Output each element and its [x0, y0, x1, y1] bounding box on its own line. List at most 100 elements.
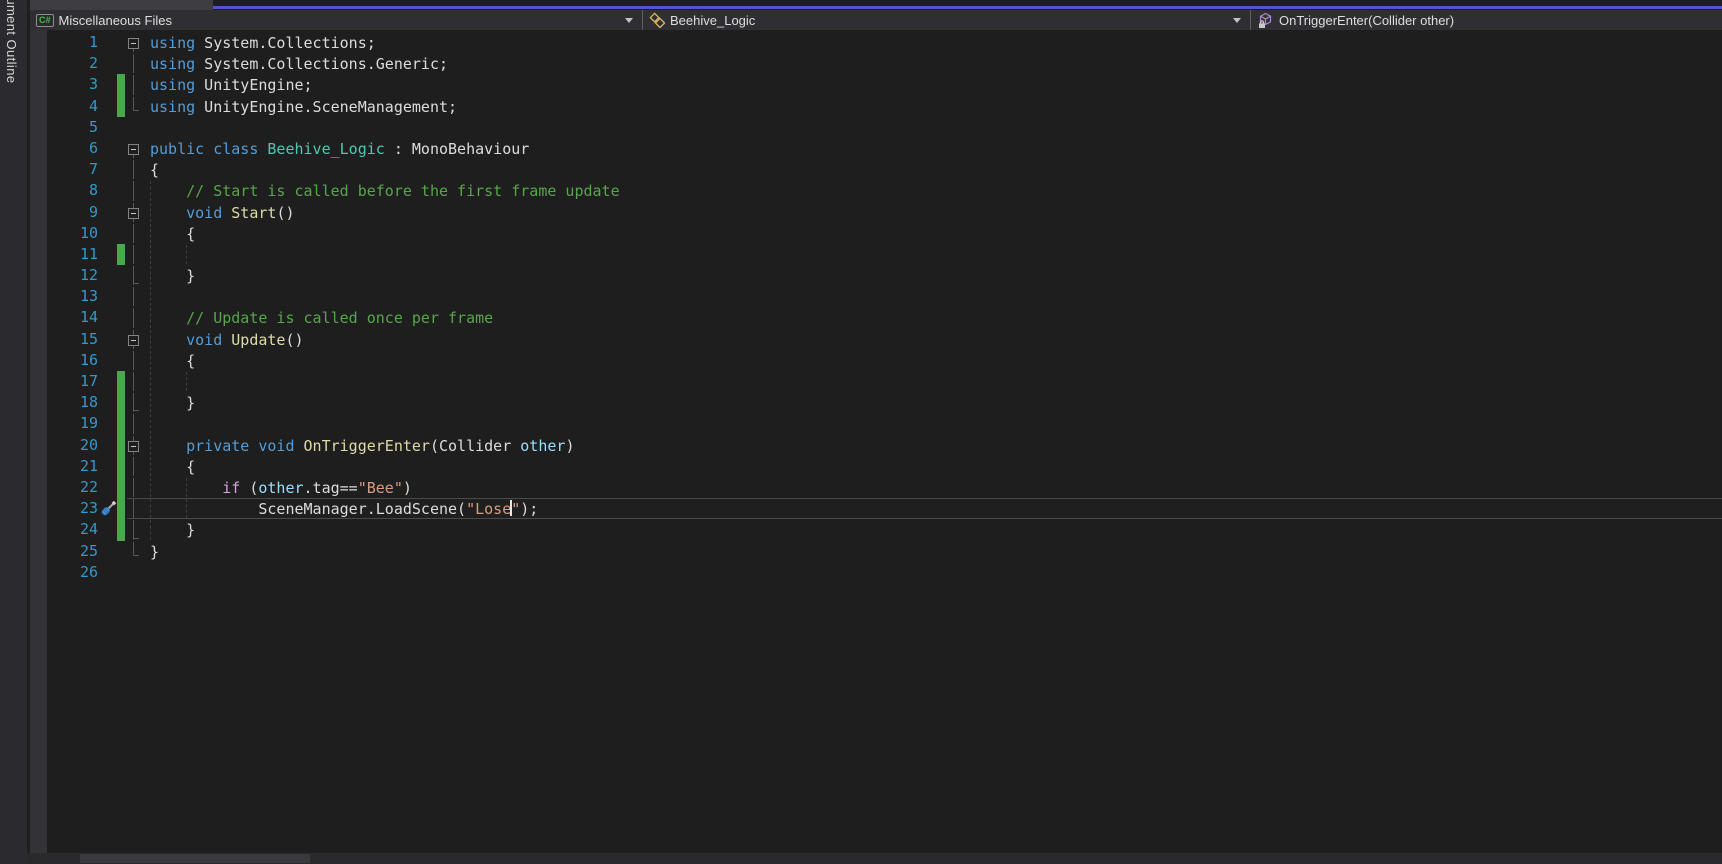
code-text[interactable]: }: [141, 520, 1722, 539]
code-text[interactable]: if (other.tag=="Bee"): [141, 478, 1722, 497]
change-tracking-margin: [98, 350, 127, 371]
code-line[interactable]: 12 }: [30, 265, 1722, 286]
code-line[interactable]: 21 {: [30, 456, 1722, 477]
document-outline-label: Document Outline: [4, 0, 19, 83]
type-dropdown[interactable]: Beehive_Logic: [643, 10, 1251, 30]
code-line[interactable]: 25}: [30, 541, 1722, 562]
document-outline-tab[interactable]: Document Outline: [0, 0, 27, 864]
change-tracking-margin: [98, 96, 127, 117]
fold-margin: [127, 372, 141, 391]
type-dropdown-label: Beehive_Logic: [670, 13, 755, 28]
code-line[interactable]: 18 }: [30, 392, 1722, 413]
change-tracking-margin: [98, 202, 127, 223]
code-text[interactable]: }: [141, 266, 1722, 285]
code-line[interactable]: 15 void Update(): [30, 329, 1722, 350]
chevron-down-icon[interactable]: [1233, 18, 1241, 23]
fold-margin: [127, 351, 141, 370]
code-line[interactable]: 1using System.Collections;: [30, 32, 1722, 53]
indent-guide: [186, 372, 187, 391]
change-tracking-margin: [98, 435, 127, 456]
code-text[interactable]: [141, 414, 1722, 433]
horizontal-scrollbar[interactable]: [27, 853, 1722, 864]
code-text[interactable]: using System.Collections.Generic;: [141, 54, 1722, 73]
code-text[interactable]: }: [141, 542, 1722, 561]
indent-guide: [150, 245, 151, 264]
code-text[interactable]: [141, 372, 1722, 391]
code-line[interactable]: 24 }: [30, 519, 1722, 540]
indent-guide: [150, 372, 151, 391]
code-line[interactable]: 19: [30, 413, 1722, 434]
code-text[interactable]: private void OnTriggerEnter(Collider oth…: [141, 436, 1722, 455]
indent-guide: [150, 224, 151, 243]
change-tracking-margin: [98, 413, 127, 434]
code-text[interactable]: [141, 245, 1722, 264]
code-text[interactable]: [141, 563, 1722, 582]
code-line[interactable]: 9 void Start(): [30, 202, 1722, 223]
fold-margin: [127, 160, 141, 179]
fold-margin: [127, 75, 141, 94]
code-line[interactable]: 4 using UnityEngine.SceneManagement;: [30, 96, 1722, 117]
code-line[interactable]: 14 // Update is called once per frame: [30, 307, 1722, 328]
code-text[interactable]: public class Beehive_Logic : MonoBehavio…: [141, 139, 1722, 158]
line-number: 16: [30, 350, 98, 371]
fold-margin: [127, 181, 141, 200]
fold-margin: [127, 245, 141, 264]
fold-margin: [127, 266, 141, 285]
code-line[interactable]: 26: [30, 562, 1722, 583]
code-text[interactable]: [141, 118, 1722, 137]
collapse-toggle[interactable]: [127, 330, 141, 349]
chevron-down-icon[interactable]: [625, 18, 633, 23]
code-text[interactable]: SceneManager.LoadScene("Lose");: [141, 499, 1722, 518]
indent-guide: [150, 330, 151, 349]
fold-margin: [127, 393, 141, 412]
collapse-toggle[interactable]: [127, 203, 141, 222]
code-text[interactable]: using UnityEngine;: [141, 75, 1722, 94]
code-text[interactable]: // Start is called before the first fram…: [141, 181, 1722, 200]
change-tracking-margin: [98, 223, 127, 244]
change-bar: [117, 371, 125, 392]
horizontal-scrollbar-thumb[interactable]: [80, 854, 310, 863]
change-tracking-margin: [98, 159, 127, 180]
code-line[interactable]: 7{: [30, 159, 1722, 180]
code-line[interactable]: 20 private void OnTriggerEnter(Collider …: [30, 435, 1722, 456]
code-text[interactable]: [141, 287, 1722, 306]
line-number: 7: [30, 159, 98, 180]
code-line[interactable]: 5: [30, 117, 1722, 138]
code-line[interactable]: 2using System.Collections.Generic;: [30, 53, 1722, 74]
code-line[interactable]: 8 // Start is called before the first fr…: [30, 180, 1722, 201]
line-number: 17: [30, 371, 98, 392]
code-line[interactable]: 23 SceneManager.LoadScene("Lose");: [30, 498, 1722, 519]
document-tab-remnant[interactable]: [30, 0, 213, 10]
code-line[interactable]: 13: [30, 286, 1722, 307]
collapse-toggle[interactable]: [127, 33, 141, 52]
current-line-highlight: SceneManager.LoadScene("Lose");: [127, 498, 1722, 519]
code-line[interactable]: 17: [30, 371, 1722, 392]
code-text[interactable]: void Update(): [141, 330, 1722, 349]
change-tracking-margin: [98, 392, 127, 413]
code-text[interactable]: {: [141, 351, 1722, 370]
code-text[interactable]: {: [141, 224, 1722, 243]
member-dropdown[interactable]: OnTriggerEnter(Collider other): [1251, 10, 1722, 30]
code-editor[interactable]: 1using System.Collections;2using System.…: [30, 30, 1722, 853]
code-line[interactable]: 6public class Beehive_Logic : MonoBehavi…: [30, 138, 1722, 159]
code-text[interactable]: // Update is called once per frame: [141, 308, 1722, 327]
code-line[interactable]: 3using UnityEngine;: [30, 74, 1722, 95]
collapse-toggle[interactable]: [127, 436, 141, 455]
code-text[interactable]: }: [141, 393, 1722, 412]
code-line[interactable]: 11: [30, 244, 1722, 265]
indent-guide: [150, 478, 151, 497]
code-text[interactable]: using UnityEngine.SceneManagement;: [141, 97, 1722, 116]
project-dropdown[interactable]: C# Miscellaneous Files: [30, 10, 643, 30]
code-text[interactable]: using System.Collections;: [141, 33, 1722, 52]
change-tracking-margin: [98, 307, 127, 328]
code-line[interactable]: 16 {: [30, 350, 1722, 371]
collapse-toggle[interactable]: [127, 139, 141, 158]
code-text[interactable]: void Start(): [141, 203, 1722, 222]
line-number: 4: [30, 96, 98, 117]
code-line[interactable]: 22 if (other.tag=="Bee"): [30, 477, 1722, 498]
line-number: 5: [30, 117, 98, 138]
project-dropdown-label: Miscellaneous Files: [59, 13, 172, 28]
code-text[interactable]: {: [141, 457, 1722, 476]
code-line[interactable]: 10 {: [30, 223, 1722, 244]
code-text[interactable]: {: [141, 160, 1722, 179]
